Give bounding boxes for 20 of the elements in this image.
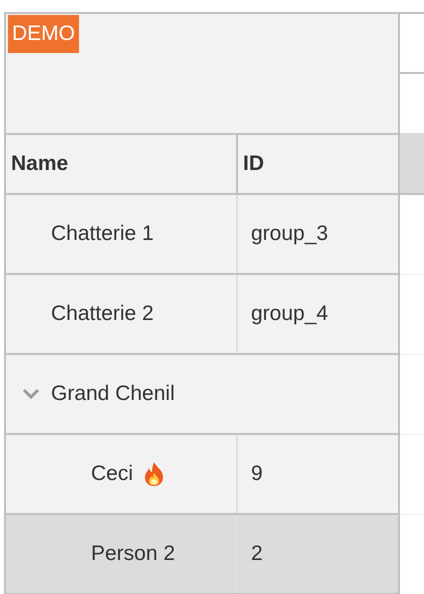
table-row[interactable]: Person 2 2 (4, 515, 400, 594)
id-cell-text: group_4 (251, 301, 328, 328)
column-header[interactable]: Name (6, 135, 238, 193)
demo-badge: DEMO (8, 15, 79, 53)
table-row[interactable]: Chatterie 1 group_3 (4, 195, 400, 275)
name-cell-text: Person 2 (91, 541, 176, 568)
table-row[interactable]: Chatterie 2 group_4 (4, 275, 400, 355)
name-cell-text: Ceci (91, 461, 134, 488)
id-cell-text: 9 (251, 461, 263, 488)
id-cell-text: group_3 (251, 221, 328, 248)
name-cell-text: Chatterie 1 (51, 221, 154, 248)
flame-icon (143, 461, 166, 487)
id-cell-text: 2 (251, 541, 263, 568)
name-cell-text: Chatterie 2 (51, 301, 154, 328)
table-row[interactable]: Grand Chenil (4, 355, 400, 435)
column-header[interactable] (400, 133, 424, 195)
table-row[interactable]: Ceci 9 (4, 435, 400, 515)
group-name: Grand Chenil (51, 381, 175, 408)
column-header[interactable]: ID (238, 135, 398, 193)
chevron-icon[interactable] (21, 387, 41, 401)
